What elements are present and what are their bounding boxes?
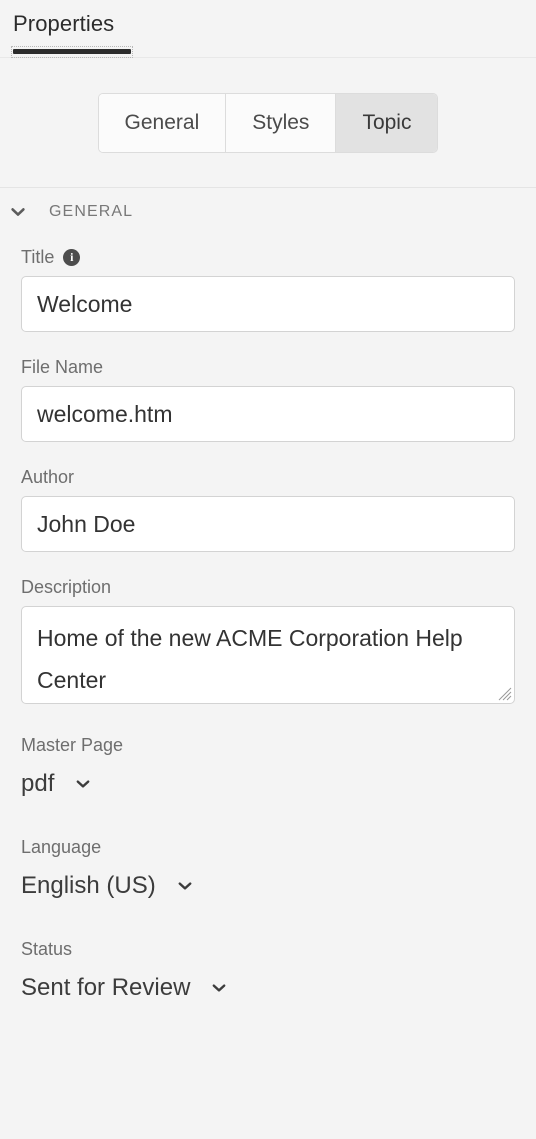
field-master-page: Master Page pdf (0, 734, 536, 804)
tab-active-indicator (13, 49, 131, 54)
panel-title: Properties (13, 11, 115, 36)
field-language: Language English (US) (0, 836, 536, 906)
chevron-down-icon (7, 201, 29, 223)
properties-form: GENERAL Title i File Name Author Descrip… (0, 188, 536, 1008)
language-value: English (US) (21, 872, 156, 899)
segmented-control-region: General Styles Topic (0, 58, 536, 188)
field-language-label-row: Language (21, 836, 515, 858)
master-page-dropdown[interactable]: pdf (21, 764, 94, 804)
chevron-down-icon (72, 773, 94, 795)
field-status-label-row: Status (21, 938, 515, 960)
master-page-value: pdf (21, 770, 55, 797)
segment-styles[interactable]: Styles (226, 93, 337, 152)
status-value: Sent for Review (21, 974, 191, 1001)
file-name-input[interactable] (21, 386, 515, 442)
author-input[interactable] (21, 496, 515, 552)
field-description-label-row: Description (21, 576, 515, 598)
field-file-name-label: File Name (21, 357, 104, 377)
field-author: Author (0, 466, 536, 552)
segment-general-label: General (124, 110, 200, 134)
section-title-general: GENERAL (49, 203, 134, 220)
section-header-general[interactable]: GENERAL (0, 188, 536, 236)
description-textarea[interactable]: Home of the new ACME Corporation Help Ce… (21, 606, 515, 704)
description-textarea-wrap: Home of the new ACME Corporation Help Ce… (21, 606, 515, 704)
info-icon[interactable]: i (63, 248, 81, 266)
chevron-down-icon (174, 875, 196, 897)
segment-general[interactable]: General (98, 93, 227, 152)
field-file-name-label-row: File Name (21, 356, 515, 378)
field-author-label-row: Author (21, 466, 515, 488)
field-status-label: Status (21, 939, 73, 959)
segment-styles-label: Styles (252, 110, 310, 134)
segmented-control: General Styles Topic (97, 92, 439, 153)
field-description-label: Description (21, 577, 112, 597)
field-master-page-label-row: Master Page (21, 734, 515, 756)
field-file-name: File Name (0, 356, 536, 442)
field-title: Title i (0, 246, 536, 332)
field-title-label-row: Title i (21, 246, 515, 268)
field-master-page-label: Master Page (21, 735, 124, 755)
field-title-label: Title (21, 247, 55, 267)
status-dropdown[interactable]: Sent for Review (21, 968, 230, 1008)
field-language-label: Language (21, 837, 102, 857)
segment-topic[interactable]: Topic (336, 93, 438, 152)
panel-header: Properties (0, 0, 536, 58)
field-status: Status Sent for Review (0, 938, 536, 1008)
chevron-down-icon (208, 977, 230, 999)
segment-topic-label: Topic (362, 110, 412, 134)
field-description: Description Home of the new ACME Corpora… (0, 576, 536, 704)
language-dropdown[interactable]: English (US) (21, 866, 196, 906)
field-author-label: Author (21, 467, 75, 487)
title-input[interactable] (21, 276, 515, 332)
